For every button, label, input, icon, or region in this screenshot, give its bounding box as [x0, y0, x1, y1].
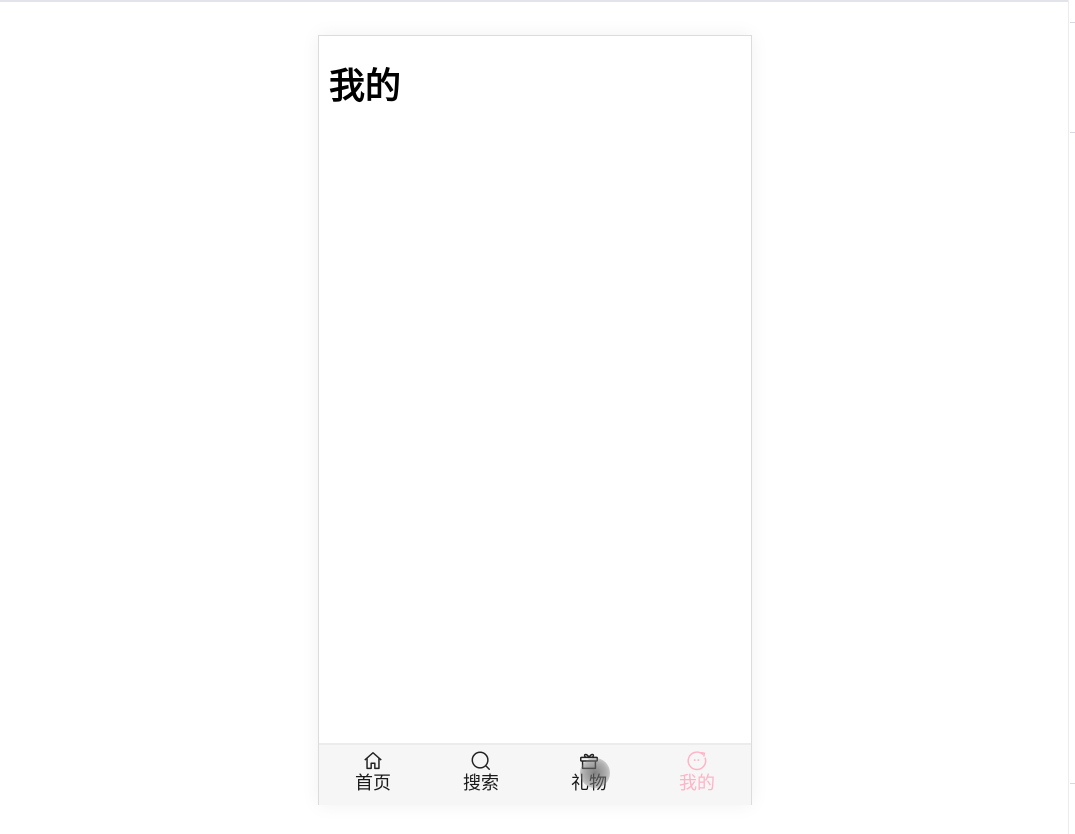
window-top-border — [0, 0, 1068, 2]
home-icon — [364, 752, 382, 770]
search-icon — [471, 751, 490, 770]
scrollbar-mark-lower — [1070, 783, 1075, 784]
tab-profile-label: 我的 — [679, 773, 715, 794]
tab-search[interactable]: 搜索 — [427, 745, 535, 805]
page-title: 我的 — [329, 66, 402, 107]
bottom-tab-bar: 首页 搜索 礼物 我的 — [319, 743, 751, 805]
tab-gift[interactable]: 礼物 — [535, 745, 643, 805]
profile-face-icon — [687, 751, 707, 771]
mobile-frame: 我的 首页 搜索 礼物 我的 — [318, 35, 752, 805]
tab-profile[interactable]: 我的 — [643, 745, 751, 805]
tab-gift-label: 礼物 — [571, 773, 607, 794]
scrollbar-track[interactable] — [1068, 0, 1075, 834]
scrollbar-mark-top — [1070, 22, 1075, 23]
tab-search-label: 搜索 — [463, 773, 499, 794]
tab-home[interactable]: 首页 — [319, 745, 427, 805]
gift-icon — [580, 753, 598, 770]
scrollbar-mark-upper — [1070, 132, 1075, 133]
tab-home-label: 首页 — [355, 773, 391, 794]
